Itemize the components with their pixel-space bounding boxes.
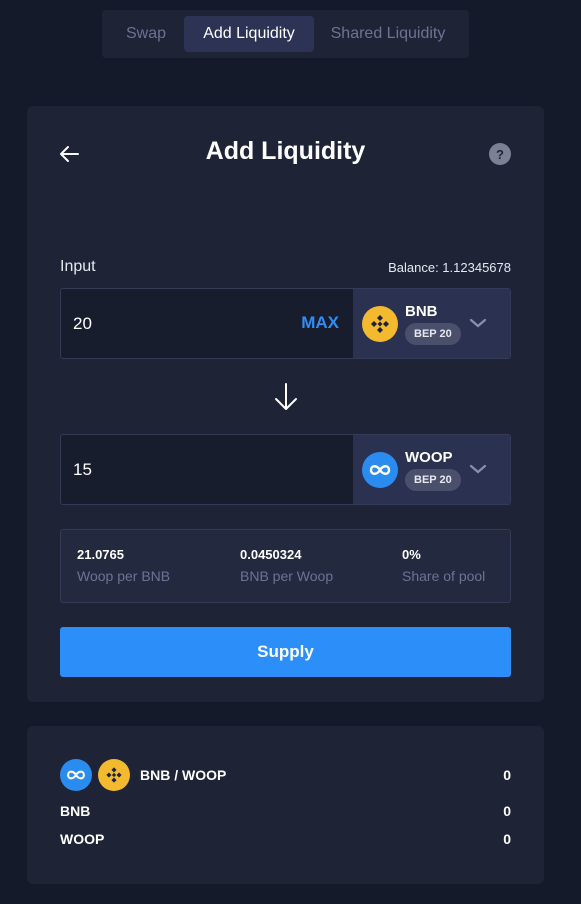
woop-icon bbox=[60, 759, 92, 791]
pooled-bnb-label: BNB bbox=[60, 803, 91, 819]
stat-share-of-pool: 0% Share of pool bbox=[402, 547, 485, 584]
bnb-icon bbox=[362, 305, 398, 342]
stat-value: 0.0450324 bbox=[240, 547, 302, 562]
chevron-down-icon bbox=[469, 464, 487, 474]
pair-name: BNB / WOOP bbox=[140, 767, 227, 783]
stat-value: 21.0765 bbox=[77, 547, 124, 562]
token-selector-woop[interactable]: WOOP BEP 20 bbox=[353, 435, 510, 504]
pooled-woop-value: 0 bbox=[503, 831, 511, 847]
pool-stats-panel: 21.0765 Woop per BNB 0.0450324 BNB per W… bbox=[60, 529, 511, 603]
tab-shared-liquidity[interactable]: Shared Liquidity bbox=[314, 16, 462, 52]
add-liquidity-card: Add Liquidity ? Input Balance: 1.1234567… bbox=[27, 106, 544, 702]
stat-label: Woop per BNB bbox=[77, 568, 171, 584]
chevron-down-icon bbox=[469, 318, 487, 328]
stat-label: BNB per Woop bbox=[240, 568, 334, 584]
max-button[interactable]: MAX bbox=[301, 313, 339, 333]
pair-icons bbox=[60, 759, 136, 791]
token-name: WOOP bbox=[405, 448, 453, 466]
woop-amount-input[interactable] bbox=[73, 459, 273, 480]
pooled-bnb-value: 0 bbox=[503, 803, 511, 819]
liquidity-position-card: BNB / WOOP 0 BNB 0 WOOP 0 bbox=[27, 726, 544, 884]
page-title: Add Liquidity bbox=[205, 137, 366, 165]
input-label: Input bbox=[60, 258, 96, 275]
input-row-bnb: MAX BNB BEP 20 bbox=[60, 288, 511, 359]
bnb-amount-input[interactable] bbox=[73, 313, 273, 334]
help-icon[interactable]: ? bbox=[489, 143, 511, 165]
token-standard-badge: BEP 20 bbox=[405, 468, 461, 491]
token-selector-bnb[interactable]: BNB BEP 20 bbox=[353, 289, 510, 358]
amount-field-container bbox=[61, 435, 353, 504]
stat-woop-per-bnb: 21.0765 Woop per BNB bbox=[77, 547, 170, 584]
woop-icon bbox=[362, 451, 398, 488]
stat-label: Share of pool bbox=[402, 568, 486, 584]
tab-add-liquidity[interactable]: Add Liquidity bbox=[184, 16, 314, 52]
supply-button[interactable]: Supply bbox=[60, 627, 511, 677]
token-name: BNB bbox=[405, 302, 438, 320]
stat-bnb-per-woop: 0.0450324 BNB per Woop bbox=[240, 547, 333, 584]
pooled-woop-label: WOOP bbox=[60, 831, 105, 847]
balance-text: Balance: 1.12345678 bbox=[388, 260, 511, 275]
arrow-down-icon bbox=[275, 383, 297, 410]
input-row-woop: WOOP BEP 20 bbox=[60, 434, 511, 505]
bnb-icon bbox=[98, 759, 130, 791]
amount-field-container: MAX bbox=[61, 289, 353, 358]
tab-bar: Swap Add Liquidity Shared Liquidity bbox=[102, 10, 469, 58]
pair-value: 0 bbox=[503, 767, 511, 783]
token-standard-badge: BEP 20 bbox=[405, 322, 461, 345]
stat-value: 0% bbox=[402, 547, 421, 562]
tab-swap[interactable]: Swap bbox=[108, 16, 184, 52]
